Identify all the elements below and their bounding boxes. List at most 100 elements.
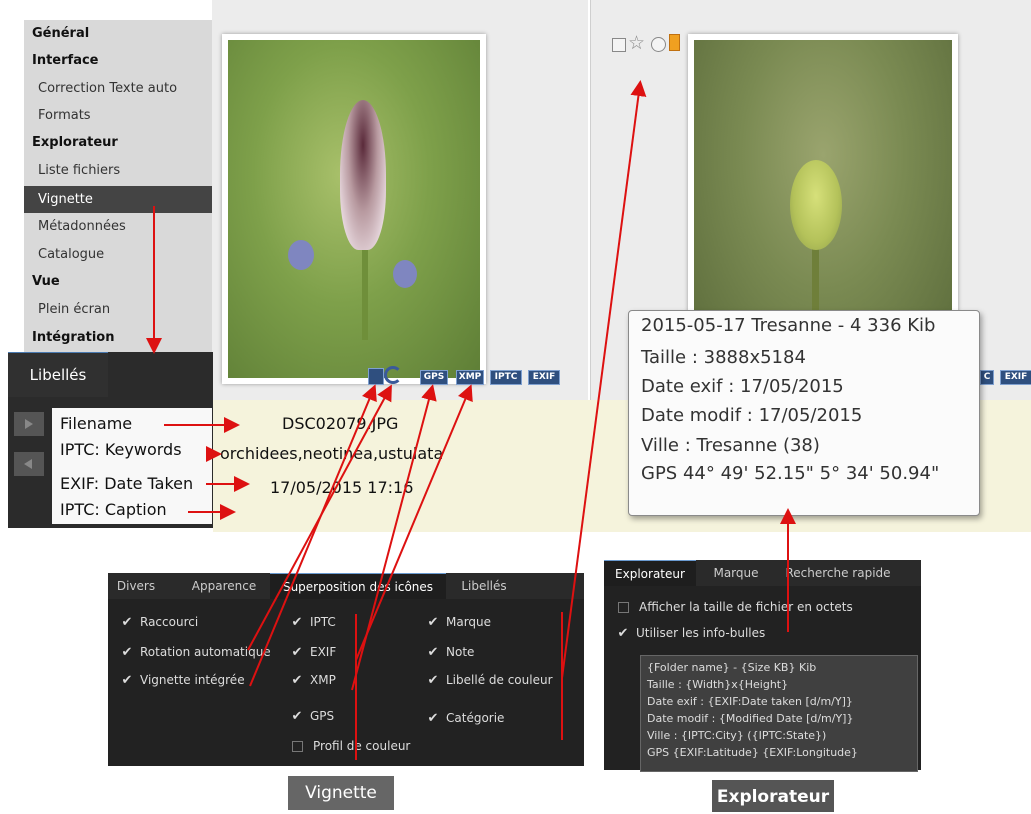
- iptc-icon: IPTC: [490, 370, 522, 385]
- check-icon: ✔: [427, 615, 439, 630]
- tree-item-formats[interactable]: Formats: [24, 102, 212, 129]
- rotate-icon: [384, 366, 402, 384]
- template-line: Ville : {IPTC:City} ({IPTC:State}): [647, 729, 827, 742]
- check-icon: ✔: [427, 645, 439, 660]
- check-icon: ✔: [427, 711, 439, 726]
- tooltip-template-textarea[interactable]: {Folder name} - {Size KB} Kib Taille : {…: [640, 655, 918, 772]
- option-label: Profil de couleur: [313, 739, 411, 753]
- template-line: GPS {EXIF:Latitude} {EXIF:Longitude}: [647, 746, 858, 759]
- tab-libelles-dialog[interactable]: Libellés: [446, 573, 522, 599]
- orchid-photo: [228, 40, 480, 378]
- flower-shape: [340, 100, 386, 250]
- tab-marque[interactable]: Marque: [700, 560, 772, 586]
- circle-icon[interactable]: [651, 37, 666, 52]
- libelle-filename[interactable]: Filename: [60, 414, 132, 433]
- option-label: EXIF: [310, 645, 337, 659]
- option-vignette-integree[interactable]: ✔ Vignette intégrée: [120, 673, 245, 688]
- tooltip-line: 2015-05-17 Tresanne - 4 336 Kib: [641, 315, 936, 336]
- checkbox-icon[interactable]: [612, 38, 626, 52]
- tab-apparence[interactable]: Apparence: [180, 573, 268, 599]
- star-icon[interactable]: ☆: [628, 31, 645, 55]
- tab-explorateur[interactable]: Explorateur: [604, 560, 696, 587]
- caption-explorateur: Explorateur: [712, 780, 834, 812]
- tree-item-vue[interactable]: Vue: [24, 268, 212, 295]
- tooltip-line: Taille : 3888x5184: [641, 347, 806, 368]
- check-icon: ✔: [291, 673, 303, 688]
- value-filename: DSC02079.JPG: [282, 414, 399, 433]
- check-icon: ✔: [121, 645, 133, 660]
- tree-item-plein-ecran[interactable]: Plein écran: [24, 296, 212, 323]
- tooltip-line: Date exif : 17/05/2015: [641, 376, 844, 397]
- tab-recherche-rapide[interactable]: Recherche rapide: [776, 560, 900, 586]
- options-tree: Général Interface Correction Texte auto …: [24, 20, 212, 352]
- blue-flower-shape-2: [393, 260, 417, 288]
- option-label: GPS: [310, 709, 335, 723]
- info-tooltip: 2015-05-17 Tresanne - 4 336 Kib Taille :…: [628, 310, 980, 516]
- tooltip-line: Ville : Tresanne (38): [641, 435, 820, 456]
- option-label: Afficher la taille de fichier en octets: [639, 600, 853, 614]
- checkbox-unchecked-icon: [292, 741, 303, 752]
- arrow-left-icon: [24, 459, 32, 469]
- check-icon: ✔: [427, 673, 439, 688]
- template-line: Date exif : {EXIF:Date taken [d/m/Y]}: [647, 695, 853, 708]
- option-rotation[interactable]: ✔ Rotation automatique: [120, 645, 271, 660]
- check-icon: ✔: [291, 615, 303, 630]
- tree-item-catalogue[interactable]: Catalogue: [24, 241, 212, 268]
- option-exif[interactable]: ✔ EXIF: [290, 645, 337, 660]
- vignette-dialog: Divers Apparence Superposition des icône…: [108, 573, 584, 766]
- exif-icon-2: EXIF: [1000, 370, 1031, 385]
- bookmark-icon[interactable]: [669, 34, 680, 51]
- tree-item-correction-texte[interactable]: Correction Texte auto: [24, 75, 212, 102]
- option-label: Vignette intégrée: [140, 673, 245, 687]
- caption-vignette: Vignette: [288, 776, 394, 810]
- libelle-keywords[interactable]: IPTC: Keywords: [60, 440, 182, 459]
- option-label: Rotation automatique: [140, 645, 271, 659]
- exif-icon: EXIF: [528, 370, 560, 385]
- tree-item-interface[interactable]: Interface: [24, 47, 212, 74]
- move-left-button[interactable]: [14, 452, 44, 476]
- thumbnail-frame[interactable]: [222, 34, 486, 384]
- option-xmp[interactable]: ✔ XMP: [290, 673, 336, 688]
- libelle-date-taken[interactable]: EXIF: Date Taken: [60, 474, 193, 493]
- tab-libelles[interactable]: Libellés: [8, 352, 108, 397]
- xmp-icon: XMP: [456, 370, 484, 385]
- value-date-taken: 17/05/2015 17:16: [270, 478, 414, 497]
- option-info-bulles[interactable]: ✔ Utiliser les info-bulles: [616, 626, 766, 641]
- option-label: Marque: [446, 615, 492, 629]
- template-line: Taille : {Width}x{Height}: [647, 678, 789, 691]
- option-label: XMP: [310, 673, 336, 687]
- option-profil-couleur[interactable]: Profil de couleur: [290, 739, 410, 753]
- template-line: {Folder name} - {Size KB} Kib: [647, 661, 817, 674]
- tree-item-metadonnees[interactable]: Métadonnées: [24, 213, 212, 240]
- check-icon: ✔: [617, 626, 629, 641]
- arrow-right-icon: [25, 419, 33, 429]
- option-libelle-couleur[interactable]: ✔ Libellé de couleur: [426, 673, 553, 688]
- tab-superposition-icones[interactable]: Superposition des icônes: [270, 573, 446, 600]
- tab-divers[interactable]: Divers: [108, 573, 164, 599]
- c-icon: C: [980, 370, 994, 385]
- tooltip-line: Date modif : 17/05/2015: [641, 405, 863, 426]
- value-keywords: orchidees,neotinea,ustulata: [220, 444, 444, 463]
- tree-item-liste-fichiers[interactable]: Liste fichiers: [24, 157, 212, 184]
- option-label: Raccourci: [140, 615, 199, 629]
- gps-icon: GPS: [420, 370, 448, 385]
- checkbox-unchecked-icon: [618, 602, 629, 613]
- check-icon: ✔: [291, 709, 303, 724]
- libelle-caption[interactable]: IPTC: Caption: [60, 500, 167, 519]
- option-marque[interactable]: ✔ Marque: [426, 615, 492, 630]
- tree-item-general[interactable]: Général: [24, 20, 212, 47]
- option-iptc[interactable]: ✔ IPTC: [290, 615, 336, 630]
- tree-item-explorateur[interactable]: Explorateur: [24, 129, 212, 156]
- option-taille-octets[interactable]: Afficher la taille de fichier en octets: [616, 600, 853, 614]
- tree-item-vignette[interactable]: Vignette: [24, 186, 212, 213]
- move-right-button[interactable]: [14, 412, 44, 436]
- flower-shape-2: [790, 160, 842, 250]
- check-icon: ✔: [291, 645, 303, 660]
- option-raccourci[interactable]: ✔ Raccourci: [120, 615, 199, 630]
- option-label: Libellé de couleur: [446, 673, 553, 687]
- option-gps[interactable]: ✔ GPS: [290, 709, 335, 724]
- option-label: IPTC: [310, 615, 336, 629]
- option-note[interactable]: ✔ Note: [426, 645, 475, 660]
- option-categorie[interactable]: ✔ Catégorie: [426, 711, 505, 726]
- tree-item-integration[interactable]: Intégration: [24, 324, 212, 351]
